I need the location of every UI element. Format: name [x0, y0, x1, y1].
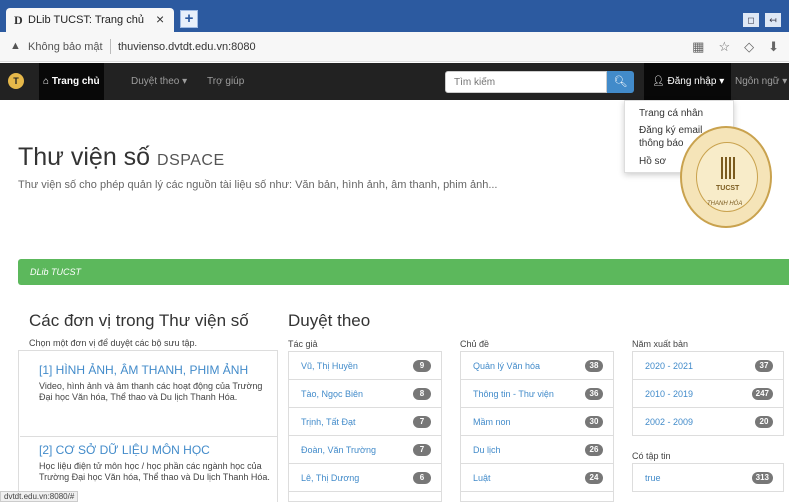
security-label[interactable]: Không bảo mật — [28, 41, 103, 53]
window-controls: ◻ ↤ — [737, 10, 781, 28]
has-file-list: true 313 — [632, 463, 784, 492]
years-list: 2020 - 2021 37 2010 - 2019 247 2002 - 2009… — [632, 351, 784, 436]
login-label: Đăng nhập ▾ — [667, 76, 725, 87]
divider — [20, 436, 278, 437]
browser-tab-bar: D DLib TUCST: Trang chủ × + ◻ ↤ — [0, 0, 789, 32]
warning-icon[interactable]: ▲ — [10, 40, 21, 52]
breadcrumb: DLib TUCST — [18, 259, 789, 285]
search-input[interactable] — [445, 71, 607, 93]
unit-link[interactable]: [1] HÌNH ẢNH, ÂM THANH, PHIM ẢNH — [39, 363, 248, 377]
status-bar-url: dvtdt.edu.vn:8080/# — [0, 491, 79, 502]
count-badge: 24 — [585, 472, 603, 484]
list-item[interactable]: Luật 24 — [461, 464, 613, 492]
count-badge: 9 — [413, 360, 431, 372]
site-logo[interactable]: T — [8, 73, 24, 89]
count-badge: 313 — [751, 472, 773, 484]
unit-link[interactable]: [2] CƠ SỞ DỮ LIỆU MÔN HỌC — [39, 443, 210, 457]
years-label: Năm xuất bản — [632, 339, 689, 349]
home-icon: ⌂ — [43, 76, 52, 87]
url-field[interactable]: thuvienso.dvtdt.edu.vn:8080 — [118, 41, 256, 53]
close-tab-icon[interactable]: × — [156, 11, 164, 27]
count-badge: 7 — [413, 444, 431, 456]
count-badge: 38 — [585, 360, 603, 372]
units-hint: Chọn một đơn vị để duyệt các bộ sưu tập. — [29, 338, 198, 348]
download-icon[interactable]: ⬇ — [768, 39, 779, 54]
menu-item-edit-profile[interactable]: Hồ sơ — [639, 156, 666, 167]
language-dropdown[interactable]: Ngôn ngữ ▾ — [735, 76, 787, 87]
browser-tab[interactable]: D DLib TUCST: Trang chủ × — [6, 8, 174, 32]
browse-heading: Duyệt theo — [288, 311, 371, 330]
list-item[interactable]: Vũ, Thị Huyền 9 — [289, 352, 441, 380]
authors-label: Tác giả — [288, 339, 318, 349]
page-title-main: Thư viện số — [18, 143, 151, 171]
bookmark-star-icon[interactable]: ☆ — [718, 39, 730, 54]
new-tab-button[interactable]: + — [180, 10, 198, 28]
divider — [110, 39, 111, 54]
count-badge: 30 — [585, 416, 603, 428]
list-item[interactable]: Đoàn, Văn Trường 7 — [289, 436, 441, 464]
count-badge: 37 — [755, 360, 773, 372]
page-title-suffix: DSPACE — [157, 152, 225, 169]
list-item[interactable]: Lê, Thị Dương 6 — [289, 464, 441, 492]
list-item[interactable]: Du lịch 26 — [461, 436, 613, 464]
count-badge: 36 — [585, 388, 603, 400]
login-dropdown[interactable]: 👤︎ Đăng nhập ▾ — [644, 63, 731, 100]
search-button[interactable]: 🔍︎ — [607, 71, 634, 93]
count-badge: 26 — [585, 444, 603, 456]
favicon-icon: D — [14, 13, 23, 27]
search-icon: 🔍︎ — [613, 76, 628, 88]
page-description: Thư viện số cho phép quản lý các nguồn t… — [18, 179, 498, 191]
back-icon[interactable]: ↤ — [765, 13, 781, 27]
site-navbar: T ⌂ Trang chủ Duyệt theo ▾ Trợ giúp 🔍︎ 👤… — [0, 63, 789, 100]
address-bar: ▲ Không bảo mật thuvienso.dvtdt.edu.vn:8… — [0, 32, 789, 62]
nav-help[interactable]: Trợ giúp — [207, 76, 244, 87]
count-badge: 7 — [413, 416, 431, 428]
units-heading: Các đơn vị trong Thư viện số — [29, 311, 249, 330]
list-item[interactable]: Trịnh, Tất Đạt 7 — [289, 408, 441, 436]
menu-item-email-subscribe-line2[interactable]: thông báo — [639, 138, 684, 149]
list-item[interactable]: 2010 - 2019 247 — [633, 380, 783, 408]
count-badge: 6 — [413, 472, 431, 484]
breadcrumb-home[interactable]: DLib TUCST — [30, 267, 81, 277]
menu-item-profile[interactable]: Trang cá nhân — [639, 108, 703, 119]
list-item[interactable]: true 313 — [633, 464, 783, 492]
menu-item-email-subscribe[interactable]: Đăng ký email — [639, 125, 702, 136]
nav-home-label: Trang chủ — [51, 76, 100, 87]
list-item[interactable]: Quản lý Văn hóa 38 — [461, 352, 613, 380]
user-icon: 👤︎ — [652, 76, 668, 87]
reader-mode-icon[interactable]: ▦ — [692, 39, 704, 54]
list-item[interactable]: Thông tin - Thư viện 36 — [461, 380, 613, 408]
count-badge: 247 — [751, 388, 773, 400]
page-title: Thư viện số DSPACE — [18, 143, 225, 172]
subjects-label: Chủ đề — [460, 339, 490, 349]
units-list: [1] HÌNH ẢNH, ÂM THANH, PHIM ẢNH Video, … — [18, 350, 278, 502]
restore-window-icon[interactable]: ◻ — [743, 13, 759, 27]
list-item[interactable]: Tào, Ngọc Biên 8 — [289, 380, 441, 408]
tab-title: DLib TUCST: Trang chủ — [28, 14, 144, 26]
count-badge: 8 — [413, 388, 431, 400]
has-file-label: Có tập tin — [632, 451, 671, 461]
university-seal-logo: TUCST THANH HÓA — [680, 126, 772, 228]
subjects-list: Quản lý Văn hóa 38 Thông tin - Thư viện 36… — [460, 351, 614, 502]
list-item[interactable]: 2020 - 2021 37 — [633, 352, 783, 380]
count-badge: 20 — [755, 416, 773, 428]
list-item[interactable]: 2002 - 2009 20 — [633, 408, 783, 436]
authors-list: Vũ, Thị Huyền 9 Tào, Ngọc Biên 8 Trịnh, Tấ… — [288, 351, 442, 502]
unit-description: Học liệu điện tử môn học / học phần các … — [39, 461, 270, 482]
list-item[interactable]: Mầm non 30 — [461, 408, 613, 436]
unit-description: Video, hình ảnh và âm thanh các hoạt độn… — [39, 381, 263, 402]
shield-icon[interactable]: ◇ — [744, 39, 754, 54]
nav-home[interactable]: ⌂ Trang chủ — [39, 63, 104, 100]
nav-browse-dropdown[interactable]: Duyệt theo ▾ — [131, 76, 187, 87]
